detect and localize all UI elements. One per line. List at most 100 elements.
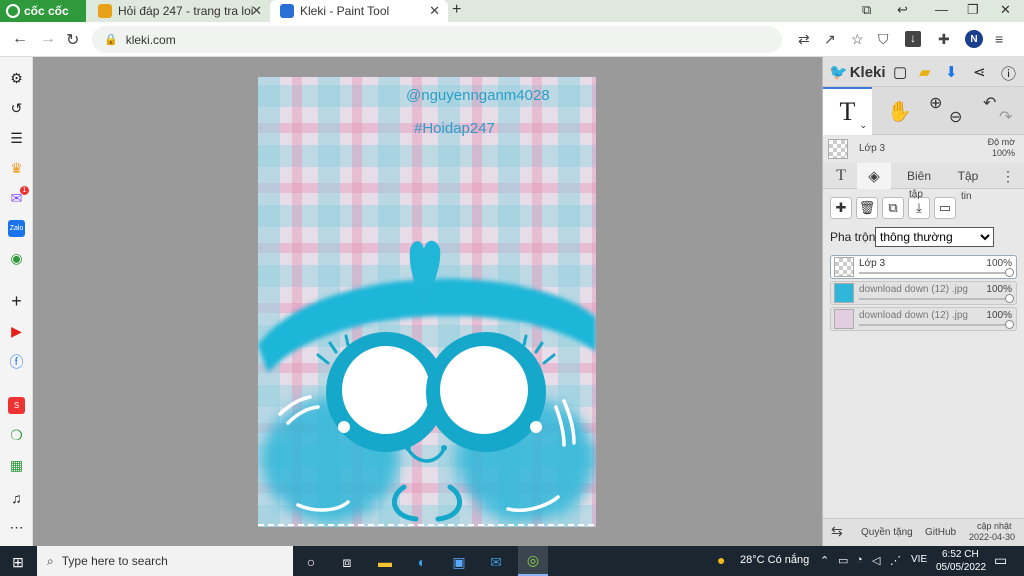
history-icon[interactable]: ↺ bbox=[8, 100, 25, 117]
layer-opacity-knob[interactable] bbox=[1005, 294, 1014, 303]
zoom-in-icon[interactable]: ⊕ bbox=[929, 93, 942, 113]
close-tab-icon[interactable]: ✕ bbox=[251, 3, 262, 19]
back-arrow-icon[interactable]: ← bbox=[12, 30, 28, 48]
tab-file[interactable]: Tập bbox=[953, 163, 983, 189]
new-tab-button[interactable]: + bbox=[452, 1, 461, 19]
close-window-button[interactable]: ✕ bbox=[1000, 2, 1011, 18]
volume-icon[interactable]: ◁ bbox=[872, 554, 880, 567]
reading-list-icon[interactable]: ☰ bbox=[8, 130, 25, 147]
close-tab-icon[interactable]: ✕ bbox=[429, 3, 440, 19]
zoom-out-icon[interactable]: ⊖ bbox=[949, 107, 962, 127]
blend-mode-select[interactable]: thông thường bbox=[875, 227, 994, 247]
open-folder-icon[interactable]: ▰ bbox=[919, 63, 931, 81]
coccoc-taskbar-icon[interactable]: ◎ bbox=[518, 546, 548, 576]
privacy-link[interactable]: Quyền tặng bbox=[861, 527, 913, 538]
duplicate-layer-icon[interactable]: ⧉ bbox=[882, 197, 904, 219]
file-explorer-icon[interactable]: ▬ bbox=[376, 553, 394, 571]
facebook-icon[interactable]: ⓕ bbox=[8, 353, 25, 370]
cortana-icon[interactable]: ○ bbox=[302, 553, 320, 571]
drawing-canvas[interactable]: @nguyennganm4028 #Hoidap247 bbox=[258, 77, 596, 527]
github-link[interactable]: GitHub bbox=[925, 527, 956, 538]
text-tool-button[interactable]: T ⌄ bbox=[823, 87, 872, 135]
address-bar[interactable]: 🔒 kleki.com bbox=[92, 26, 782, 53]
layer-opacity-track[interactable] bbox=[859, 272, 1010, 274]
undo-icon[interactable]: ↶ bbox=[983, 93, 996, 113]
task-view-icon[interactable]: ⧈ bbox=[338, 553, 356, 571]
zalo-icon[interactable]: Zalo bbox=[8, 220, 25, 237]
screenshot-icon[interactable]: ⧉ bbox=[862, 2, 871, 18]
tab-hoidap247[interactable]: Hỏi đáp 247 - trang tra loi ✕ bbox=[88, 0, 270, 22]
shopping-icon[interactable]: S bbox=[8, 397, 25, 414]
help-icon[interactable]: ⓘ bbox=[1001, 63, 1016, 84]
crown-icon[interactable]: ♛ bbox=[8, 160, 25, 177]
windows-start-icon[interactable]: ⊞ bbox=[9, 553, 27, 571]
tab-layers[interactable]: ◈ bbox=[857, 163, 891, 189]
taskbar-search[interactable]: ⌕ Type here to search bbox=[37, 546, 293, 576]
bell-icon[interactable]: ♫ bbox=[8, 489, 25, 506]
merge-label: tập bbox=[909, 189, 923, 200]
bookmark-star-icon[interactable]: ☆ bbox=[851, 31, 864, 48]
clock-time[interactable]: 6:52 CH bbox=[942, 549, 979, 560]
layer-name: download down (12) .jpg bbox=[859, 310, 968, 321]
youtube-icon[interactable]: ▶ bbox=[8, 323, 25, 340]
minimize-button[interactable]: — bbox=[935, 2, 948, 17]
add-layer-button[interactable]: ✚ bbox=[830, 197, 852, 219]
hand-pan-icon[interactable]: ✋ bbox=[887, 99, 912, 124]
merge-layer-icon[interactable]: ⤓ bbox=[908, 197, 930, 219]
tab-kleki[interactable]: Kleki - Paint Tool ✕ bbox=[270, 0, 448, 22]
add-shortcut-icon[interactable]: + bbox=[8, 291, 25, 311]
swap-side-icon[interactable]: ⇆ bbox=[831, 523, 843, 540]
restore-tabs-icon[interactable]: ↩ bbox=[897, 2, 908, 18]
rename-layer-icon[interactable]: ▭ bbox=[934, 197, 956, 219]
tab-text-tool[interactable]: T bbox=[827, 163, 855, 189]
layer-item[interactable]: Lớp 3 100% bbox=[830, 255, 1017, 279]
kleki-side-panel: 🐦 Kleki ▢ ▰ ⬇ ⋖ ⓘ T ⌄ ✋ ⊕ ⊖ ↶ ↷ Lớp 3 Độ … bbox=[822, 57, 1024, 546]
delete-layer-trash-icon[interactable]: 🗑 bbox=[856, 197, 878, 219]
wifi-icon[interactable]: ⋰ bbox=[890, 554, 901, 567]
save-download-icon[interactable]: ⬇ bbox=[945, 63, 958, 81]
layer-opacity-track[interactable] bbox=[859, 324, 1010, 326]
share-icon[interactable]: ↗ bbox=[824, 31, 836, 48]
tab-edit[interactable]: Biên bbox=[899, 163, 939, 189]
layer-opacity-knob[interactable] bbox=[1005, 320, 1014, 329]
new-file-icon[interactable]: ▢ bbox=[893, 63, 907, 81]
layer-item[interactable]: download down (12) .jpg 100% bbox=[830, 307, 1017, 331]
layer-item[interactable]: download down (12) .jpg 100% bbox=[830, 281, 1017, 305]
more-dots-icon[interactable]: ⋯ bbox=[8, 519, 25, 536]
coccoc-logo-icon bbox=[6, 4, 20, 18]
clock-date[interactable]: 05/05/2022 bbox=[936, 562, 986, 573]
reload-icon[interactable]: ↻ bbox=[66, 30, 79, 50]
coccoc-menu-button[interactable]: cốc cốc bbox=[0, 0, 86, 22]
notifications-icon[interactable]: ▭ bbox=[994, 552, 1007, 569]
more-menu-icon[interactable]: ≡ bbox=[995, 31, 1003, 47]
tray-chevron-icon[interactable]: ⌃ bbox=[820, 554, 829, 567]
extensions-icon[interactable]: ✚ bbox=[938, 31, 950, 48]
translate-icon[interactable]: ⇄ bbox=[798, 31, 810, 48]
redo-icon[interactable]: ↷ bbox=[999, 107, 1012, 127]
forward-arrow-icon[interactable]: → bbox=[40, 30, 56, 48]
layer-opacity-knob[interactable] bbox=[1005, 268, 1014, 277]
store-icon[interactable]: ▣ bbox=[450, 553, 468, 571]
network-icon[interactable]: ◔ bbox=[856, 554, 863, 566]
share-icon[interactable]: ⋖ bbox=[973, 63, 986, 81]
messenger-icon[interactable]: ✉ 1 bbox=[8, 186, 29, 207]
spreadsheet-icon[interactable]: ▦ bbox=[8, 457, 25, 474]
game-controller-icon[interactable]: ◉ bbox=[8, 250, 25, 267]
site-info-icon[interactable]: 🔒 bbox=[104, 33, 118, 46]
shield-icon[interactable]: ⛉ bbox=[878, 31, 889, 48]
language-indicator[interactable]: VIE bbox=[911, 554, 927, 565]
canvas-stage[interactable]: @nguyennganm4028 #Hoidap247 bbox=[33, 57, 822, 546]
tool-dropdown-caret-icon[interactable]: ⌄ bbox=[859, 120, 867, 131]
edge-icon[interactable]: ◐ bbox=[413, 553, 431, 571]
mail-icon[interactable]: ✉ bbox=[487, 553, 505, 571]
download-icon[interactable]: ↓ bbox=[905, 31, 921, 47]
profile-avatar[interactable]: N bbox=[965, 30, 983, 48]
layer-opacity-track[interactable] bbox=[859, 298, 1010, 300]
settings-gear-icon[interactable]: ⚙ bbox=[8, 70, 25, 87]
maximize-button[interactable]: ❐ bbox=[967, 2, 979, 18]
weather-text[interactable]: 28°C Có nắng bbox=[740, 554, 809, 566]
more-options-icon[interactable]: ⋮ bbox=[1001, 163, 1015, 189]
chat-icon[interactable]: ❍ bbox=[8, 427, 25, 444]
current-layer-name: Lớp 3 bbox=[859, 143, 886, 154]
battery-icon[interactable]: ▭ bbox=[838, 554, 848, 567]
